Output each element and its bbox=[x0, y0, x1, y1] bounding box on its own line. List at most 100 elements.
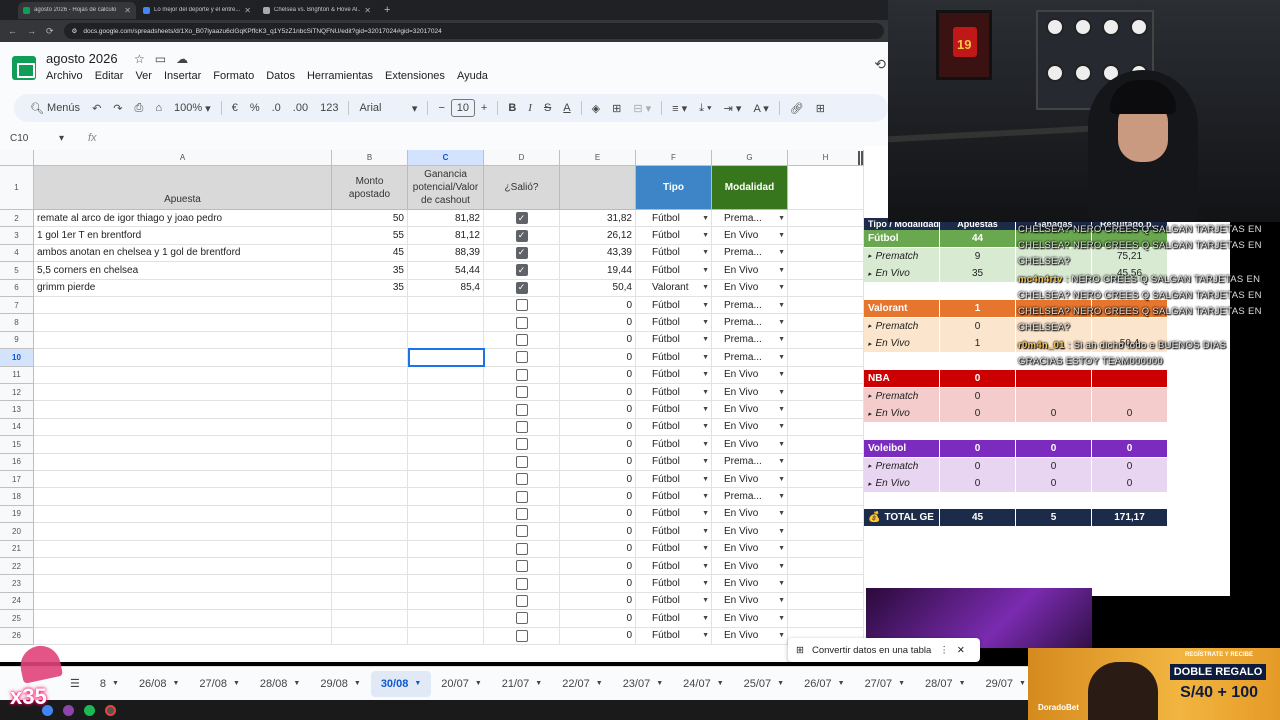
empty-cell[interactable] bbox=[788, 453, 864, 471]
won-checkbox-cell[interactable]: ✓ bbox=[484, 262, 560, 280]
empty-cell[interactable] bbox=[788, 244, 864, 263]
text-color-icon[interactable]: A bbox=[557, 102, 576, 114]
won-checkbox-cell[interactable] bbox=[484, 401, 560, 419]
payout-cell[interactable] bbox=[408, 471, 484, 489]
bet-description-cell[interactable] bbox=[34, 575, 332, 593]
text-wrap-icon[interactable]: ⇥ ▾ bbox=[718, 102, 748, 115]
won-checkbox-cell[interactable]: ✓ bbox=[484, 244, 560, 263]
mode-dropdown[interactable]: Prema... ▼ bbox=[712, 491, 787, 502]
menu-item-herramientas[interactable]: Herramientas bbox=[307, 70, 373, 82]
won-checkbox[interactable] bbox=[515, 333, 528, 346]
bet-description-cell[interactable]: remate al arco de igor thiago y joao ped… bbox=[34, 210, 332, 228]
mode-dropdown[interactable]: En Vivo ▼ bbox=[712, 439, 787, 450]
type-dropdown-cell[interactable]: Fútbol ▼ bbox=[636, 453, 712, 471]
won-checkbox[interactable] bbox=[515, 368, 528, 381]
increase-decimals-button[interactable]: .00 bbox=[287, 102, 314, 114]
won-checkbox-cell[interactable] bbox=[484, 453, 560, 471]
sheet-tab-8[interactable]: 8 ▼ bbox=[90, 671, 129, 697]
payout-cell[interactable] bbox=[408, 401, 484, 419]
url-field[interactable]: ⚙ docs.google.com/spreadsheets/d/1Xo_B07… bbox=[63, 23, 884, 39]
more-options-icon[interactable]: ⋮ bbox=[939, 645, 949, 656]
italic-icon[interactable]: I bbox=[522, 102, 538, 114]
amount-cell[interactable] bbox=[332, 592, 408, 611]
bet-description-cell[interactable] bbox=[34, 436, 332, 454]
payout-cell[interactable] bbox=[408, 297, 484, 315]
row-header[interactable]: 16 bbox=[0, 453, 34, 471]
header-cell-b[interactable]: Monto apostado bbox=[332, 166, 408, 210]
type-dropdown[interactable]: Fútbol ▼ bbox=[636, 387, 711, 398]
won-checkbox[interactable] bbox=[515, 542, 528, 555]
payout-cell[interactable] bbox=[408, 575, 484, 593]
menu-item-ayuda[interactable]: Ayuda bbox=[457, 70, 488, 82]
payout-cell[interactable] bbox=[408, 558, 484, 576]
mode-dropdown-cell[interactable]: En Vivo ▼ bbox=[712, 540, 788, 558]
won-checkbox[interactable]: ✓ bbox=[515, 246, 528, 259]
type-dropdown-cell[interactable]: Fútbol ▼ bbox=[636, 262, 712, 280]
new-tab-icon[interactable]: + bbox=[384, 4, 390, 16]
empty-cell[interactable] bbox=[788, 610, 864, 628]
profit-cell[interactable]: 26,12 bbox=[560, 227, 636, 245]
profit-cell[interactable]: 0 bbox=[560, 592, 636, 611]
mode-dropdown[interactable]: En Vivo ▼ bbox=[712, 578, 787, 589]
won-checkbox-cell[interactable] bbox=[484, 505, 560, 524]
bet-description-cell[interactable] bbox=[34, 523, 332, 541]
bet-description-cell[interactable]: grimm pierde bbox=[34, 279, 332, 297]
version-history-icon[interactable]: ⟲ bbox=[874, 56, 886, 73]
amount-cell[interactable] bbox=[332, 540, 408, 558]
mode-dropdown-cell[interactable]: En Vivo ▼ bbox=[712, 279, 788, 297]
won-checkbox[interactable] bbox=[515, 420, 528, 433]
amount-cell[interactable]: 35 bbox=[332, 262, 408, 280]
won-checkbox-cell[interactable] bbox=[484, 297, 560, 315]
type-dropdown-cell[interactable]: Fútbol ▼ bbox=[636, 331, 712, 350]
won-checkbox[interactable]: ✓ bbox=[515, 229, 528, 242]
type-dropdown-cell[interactable]: Fútbol ▼ bbox=[636, 488, 712, 506]
sheet-tab-26-08[interactable]: 26/08 ▼ bbox=[129, 671, 189, 697]
mode-dropdown-cell[interactable]: En Vivo ▼ bbox=[712, 627, 788, 645]
bet-description-cell[interactable] bbox=[34, 314, 332, 332]
amount-cell[interactable] bbox=[332, 349, 408, 367]
amount-cell[interactable] bbox=[332, 297, 408, 315]
payout-cell[interactable] bbox=[408, 314, 484, 332]
type-dropdown-cell[interactable]: Fútbol ▼ bbox=[636, 436, 712, 454]
won-checkbox-cell[interactable] bbox=[484, 540, 560, 558]
sheet-tab-28-07[interactable]: 28/07 ▼ bbox=[915, 671, 975, 697]
percent-format-button[interactable]: % bbox=[244, 102, 266, 114]
mode-dropdown-cell[interactable]: En Vivo ▼ bbox=[712, 384, 788, 402]
star-icon[interactable]: ☆ bbox=[134, 52, 145, 66]
payout-cell[interactable] bbox=[408, 488, 484, 506]
won-checkbox-cell[interactable] bbox=[484, 349, 560, 367]
empty-cell[interactable] bbox=[788, 331, 864, 350]
column-header-h[interactable]: H bbox=[788, 150, 864, 166]
type-dropdown-cell[interactable]: Fútbol ▼ bbox=[636, 366, 712, 384]
row-header[interactable]: 15 bbox=[0, 436, 34, 454]
mode-dropdown[interactable]: En Vivo ▼ bbox=[712, 421, 787, 432]
close-icon[interactable]: ✕ bbox=[957, 645, 965, 656]
freeze-handle[interactable] bbox=[858, 151, 863, 165]
type-dropdown[interactable]: Fútbol ▼ bbox=[636, 456, 711, 467]
profit-cell[interactable]: 0 bbox=[560, 436, 636, 454]
amount-cell[interactable] bbox=[332, 575, 408, 593]
won-checkbox-cell[interactable] bbox=[484, 314, 560, 332]
won-checkbox[interactable] bbox=[515, 403, 528, 416]
row-header[interactable]: 26 bbox=[0, 627, 34, 645]
type-dropdown[interactable]: Fútbol ▼ bbox=[636, 421, 711, 432]
type-dropdown[interactable]: Fútbol ▼ bbox=[636, 578, 711, 589]
mode-dropdown-cell[interactable]: En Vivo ▼ bbox=[712, 366, 788, 384]
type-dropdown-cell[interactable]: Fútbol ▼ bbox=[636, 227, 712, 245]
type-dropdown[interactable]: Fútbol ▼ bbox=[636, 317, 711, 328]
type-dropdown[interactable]: Fútbol ▼ bbox=[636, 352, 711, 363]
mode-dropdown-cell[interactable]: En Vivo ▼ bbox=[712, 558, 788, 576]
type-dropdown-cell[interactable]: Fútbol ▼ bbox=[636, 523, 712, 541]
bet-description-cell[interactable] bbox=[34, 418, 332, 437]
type-dropdown[interactable]: Fútbol ▼ bbox=[636, 613, 711, 624]
won-checkbox-cell[interactable] bbox=[484, 558, 560, 576]
bet-description-cell[interactable] bbox=[34, 610, 332, 628]
won-checkbox-cell[interactable] bbox=[484, 436, 560, 454]
sheet-tab-27-08[interactable]: 27/08 ▼ bbox=[189, 671, 249, 697]
insert-comment-icon[interactable]: ⊞ bbox=[810, 102, 831, 115]
row-header[interactable]: 22 bbox=[0, 558, 34, 576]
bet-description-cell[interactable] bbox=[34, 505, 332, 524]
profit-cell[interactable]: 0 bbox=[560, 471, 636, 489]
empty-cell[interactable] bbox=[788, 262, 864, 280]
won-checkbox-cell[interactable] bbox=[484, 384, 560, 402]
